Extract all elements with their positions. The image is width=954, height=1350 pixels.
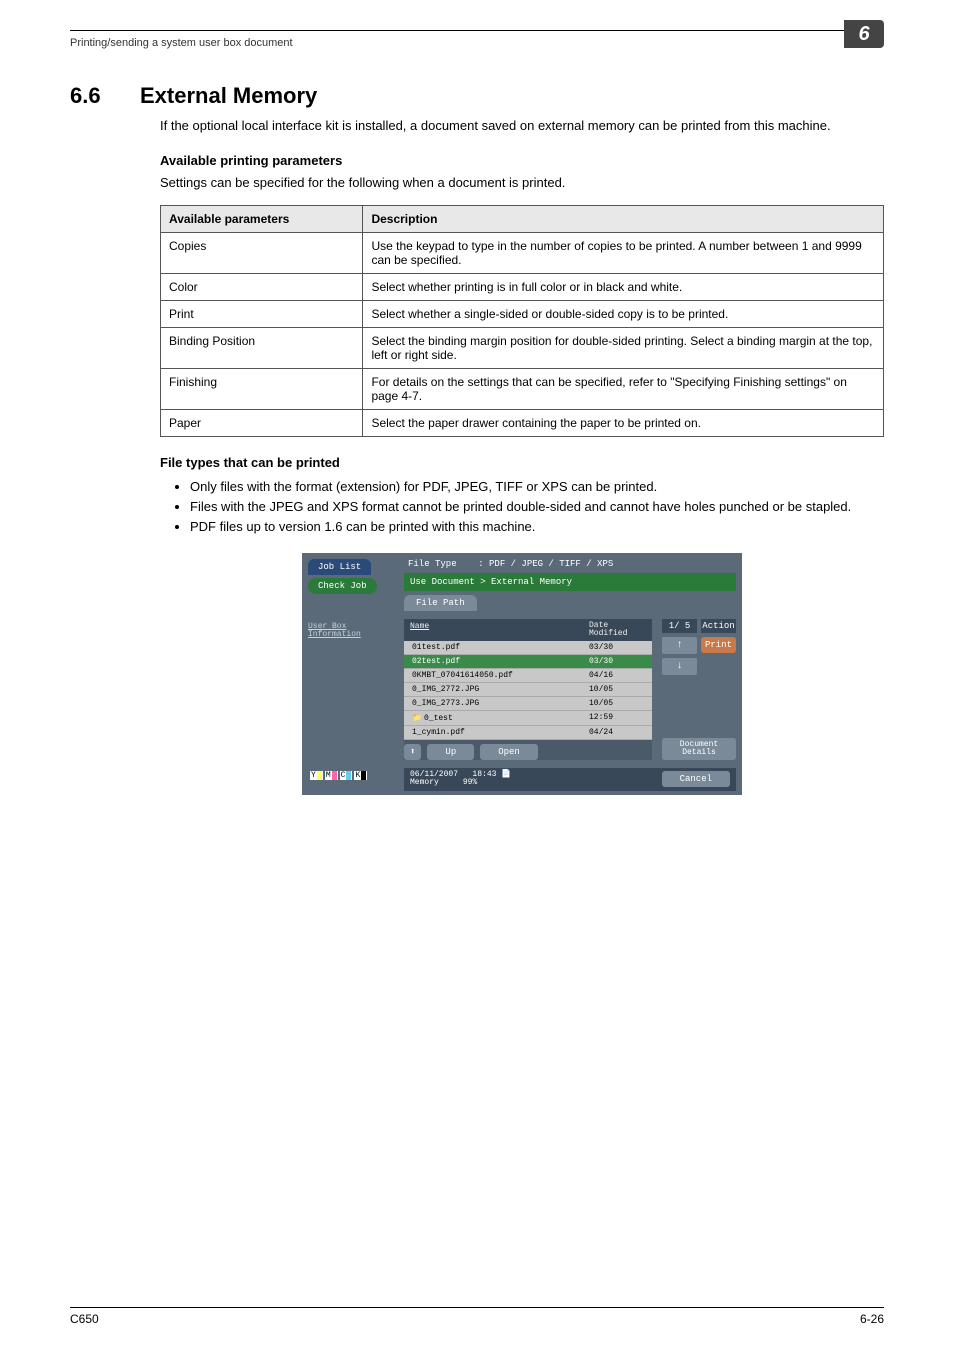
column-name[interactable]: Name	[404, 619, 586, 641]
params-lead: Settings can be specified for the follow…	[160, 174, 884, 192]
footer-page: 6-26	[860, 1312, 884, 1326]
column-date[interactable]: Date Modified	[586, 619, 652, 641]
table-row: Binding PositionSelect the binding margi…	[161, 328, 884, 369]
filetypes-heading: File types that can be printed	[160, 455, 884, 470]
device-screenshot: Job List Check Job File Type : PDF / JPE…	[302, 553, 742, 796]
filetypes-list: Only files with the format (extension) f…	[160, 478, 884, 537]
section-heading: 6.6External Memory	[70, 83, 884, 109]
section-number: 6.6	[70, 83, 140, 109]
section-intro: If the optional local interface kit is i…	[160, 117, 884, 135]
page-indicator: 1/ 5	[662, 619, 697, 633]
table-row: FinishingFor details on the settings tha…	[161, 369, 884, 410]
parameters-table: Available parameters Description CopiesU…	[160, 205, 884, 437]
document-details-button[interactable]: Document Details	[662, 738, 736, 760]
user-box-info-label[interactable]: User Box Information	[306, 619, 398, 641]
file-row[interactable]: 1_cymin.pdf04/24	[404, 726, 652, 740]
action-header: Action	[701, 619, 736, 633]
status-memory-label: Memory	[410, 778, 439, 787]
file-type-label: File Type	[408, 559, 457, 569]
check-job-button[interactable]: Check Job	[308, 578, 377, 594]
chapter-number-badge: 6	[844, 20, 884, 48]
status-memory-value: 99%	[463, 778, 477, 787]
cancel-button[interactable]: Cancel	[662, 771, 730, 787]
th-available-params: Available parameters	[161, 206, 363, 233]
file-row[interactable]: 0_IMG_2772.JPG10/05	[404, 683, 652, 697]
header-breadcrumb: Printing/sending a system user box docum…	[70, 37, 293, 49]
table-row: CopiesUse the keypad to type in the numb…	[161, 233, 884, 274]
file-row[interactable]: 0_test12:59	[404, 711, 652, 726]
folder-icon	[412, 714, 424, 723]
file-type-value: : PDF / JPEG / TIFF / XPS	[478, 559, 613, 569]
open-button[interactable]: Open	[480, 744, 538, 760]
table-row: ColorSelect whether printing is in full …	[161, 274, 884, 301]
file-row[interactable]: 01test.pdf03/30	[404, 641, 652, 655]
th-description: Description	[363, 206, 884, 233]
screen-breadcrumb: Use Document > External Memory	[404, 573, 736, 591]
scroll-down-button[interactable]: ↓	[662, 658, 697, 675]
footer-model: C650	[70, 1312, 99, 1326]
table-row: PrintSelect whether a single-sided or do…	[161, 301, 884, 328]
params-heading: Available printing parameters	[160, 153, 884, 168]
section-title-text: External Memory	[140, 83, 317, 108]
list-item: PDF files up to version 1.6 can be print…	[190, 518, 884, 536]
print-button[interactable]: Print	[701, 637, 736, 653]
file-path-tab[interactable]: File Path	[404, 595, 477, 611]
up-button[interactable]: Up	[427, 744, 474, 760]
scroll-up-button[interactable]: ↑	[662, 637, 697, 654]
file-row[interactable]: 0_IMG_2773.JPG10/05	[404, 697, 652, 711]
list-item: Only files with the format (extension) f…	[190, 478, 884, 496]
file-row[interactable]: 0KMBT_07041614050.pdf04/16	[404, 669, 652, 683]
file-row[interactable]: 02test.pdf03/30	[404, 655, 652, 669]
status-date: 06/11/2007	[410, 770, 458, 779]
parent-folder-button[interactable]: ⬆	[404, 744, 421, 760]
status-time: 18:43	[472, 770, 496, 779]
job-list-tab[interactable]: Job List	[308, 559, 371, 575]
toner-levels: Y M C K	[306, 768, 398, 783]
table-row: PaperSelect the paper drawer containing …	[161, 410, 884, 437]
list-item: Files with the JPEG and XPS format canno…	[190, 498, 884, 516]
